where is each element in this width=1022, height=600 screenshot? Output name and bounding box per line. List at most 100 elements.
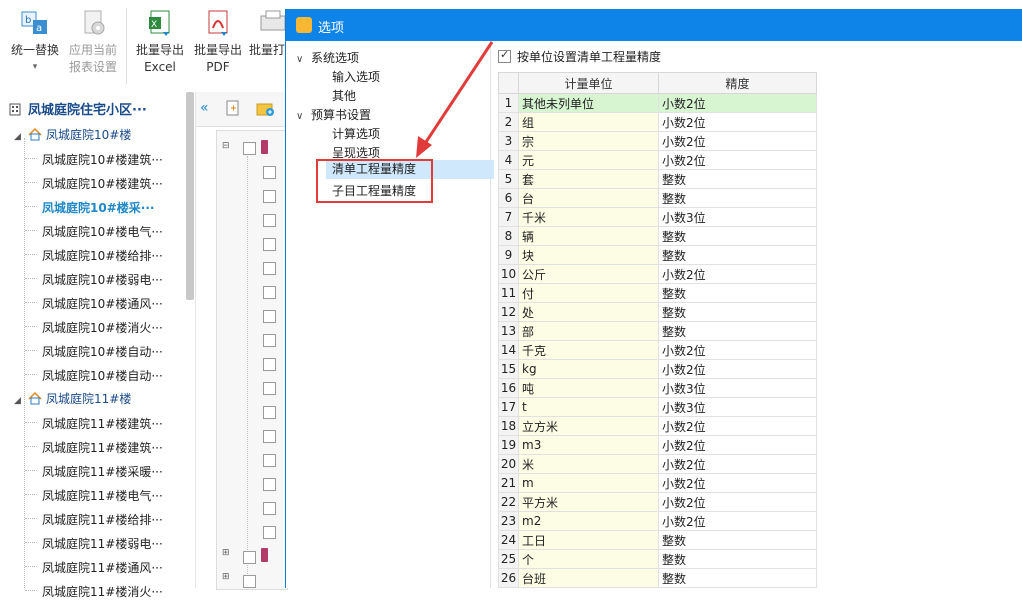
precision-cell[interactable]: 小数2位	[658, 416, 817, 436]
tree-item[interactable]: 凤城庭院11#楼弱电···	[42, 535, 163, 552]
unit-cell[interactable]: 立方米	[518, 416, 659, 436]
file-checkbox[interactable]	[243, 551, 256, 564]
nav-item-input-options[interactable]: 输入选项	[332, 68, 380, 85]
precision-cell[interactable]: 整数	[658, 226, 817, 246]
new-folder-icon[interactable]	[256, 100, 274, 119]
table-row[interactable]: 18 立方米 小数2位	[498, 416, 817, 436]
precision-cell[interactable]: 小数2位	[658, 473, 817, 493]
table-row[interactable]: 8 辆整数	[498, 226, 817, 246]
tree-item[interactable]: 凤城庭院10#楼消火···	[42, 319, 163, 336]
table-row[interactable]: 26 台班 整数	[498, 568, 817, 588]
precision-cell[interactable]: 小数2位	[658, 435, 817, 455]
unit-cell[interactable]: 辆	[518, 226, 659, 246]
precision-cell[interactable]: 整数	[658, 530, 817, 550]
unit-cell[interactable]: m3	[518, 435, 659, 455]
unit-cell[interactable]: 工日	[518, 530, 659, 550]
file-checkbox[interactable]	[263, 214, 276, 227]
precision-column-header[interactable]: 精度	[658, 72, 817, 94]
dropdown-chevron-icon[interactable]: ▾	[8, 59, 62, 76]
unit-cell[interactable]: 台	[518, 188, 659, 208]
table-row[interactable]: 17 t 小数3位	[498, 397, 817, 417]
unit-cell[interactable]: 宗	[518, 131, 659, 151]
file-checkbox[interactable]	[263, 262, 276, 275]
unit-column-header[interactable]: 计量单位	[518, 72, 659, 94]
unit-cell[interactable]: m	[518, 473, 659, 493]
unit-cell[interactable]: 个	[518, 549, 659, 569]
tree-item[interactable]: 凤城庭院10#楼建筑···	[42, 151, 163, 168]
file-checkbox[interactable]	[263, 190, 276, 203]
table-row[interactable]: 5 套整数	[498, 169, 817, 189]
table-row[interactable]: 20 米小数2位	[498, 454, 817, 474]
collapse-node-icon[interactable]: ⊟	[222, 141, 230, 151]
precision-cell[interactable]: 小数2位	[658, 150, 817, 170]
unit-cell[interactable]: 平方米	[518, 492, 659, 512]
tree-item[interactable]: 凤城庭院10#楼自动···	[42, 367, 163, 384]
precision-cell[interactable]: 小数2位	[658, 340, 817, 360]
file-checkbox[interactable]	[263, 310, 276, 323]
precision-cell[interactable]: 小数2位	[658, 112, 817, 132]
table-row[interactable]: 6 台整数	[498, 188, 817, 208]
table-row[interactable]: 7 千米 小数3位	[498, 207, 817, 227]
table-row[interactable]: 19 m3 小数2位	[498, 435, 817, 455]
file-checkbox[interactable]	[263, 526, 276, 539]
table-row[interactable]: 23 m2 小数2位	[498, 511, 817, 531]
tree-group[interactable]: ◢ 凤城庭院10#楼	[14, 126, 131, 144]
unit-precision-checkbox[interactable]	[498, 48, 511, 63]
nav-group-budget[interactable]: ∨ 预算书设置	[296, 106, 371, 123]
unit-cell[interactable]: t	[518, 397, 659, 417]
file-checkbox[interactable]	[263, 454, 276, 467]
file-checkbox[interactable]	[263, 430, 276, 443]
tree-item[interactable]: 凤城庭院10#楼弱电···	[42, 271, 163, 288]
table-row[interactable]: 1 其他未列单位 小数2位	[498, 93, 817, 113]
expand-node-icon[interactable]: ⊞	[222, 548, 230, 558]
table-row[interactable]: 10 公斤 小数2位	[498, 264, 817, 284]
precision-cell[interactable]: 小数2位	[658, 93, 817, 113]
table-row[interactable]: 16 吨小数3位	[498, 378, 817, 398]
table-row[interactable]: 4 元小数2位	[498, 150, 817, 170]
unit-cell[interactable]: 千米	[518, 207, 659, 227]
unit-precision-checkbox-row[interactable]: 按单位设置清单工程量精度	[498, 48, 661, 65]
precision-cell[interactable]: 小数2位	[658, 264, 817, 284]
precision-cell[interactable]: 整数	[658, 188, 817, 208]
expand-triangle-icon[interactable]: ◢	[14, 132, 24, 142]
tree-item[interactable]: 凤城庭院10#楼建筑···	[42, 175, 163, 192]
precision-cell[interactable]: 整数	[658, 169, 817, 189]
collapse-left-icon[interactable]: «	[200, 100, 209, 116]
chevron-down-icon[interactable]: ∨	[296, 54, 311, 65]
file-checkbox[interactable]	[263, 358, 276, 371]
unit-cell[interactable]: 台班	[518, 568, 659, 588]
tree-item[interactable]: 凤城庭院10#楼通风···	[42, 295, 163, 312]
unit-cell[interactable]: m2	[518, 511, 659, 531]
precision-cell[interactable]: 整数	[658, 302, 817, 322]
expand-triangle-icon[interactable]: ◢	[14, 396, 24, 406]
file-checkbox[interactable]	[243, 142, 256, 155]
tree-item[interactable]: 凤城庭院10#楼采···	[42, 199, 154, 216]
file-checkbox[interactable]	[263, 166, 276, 179]
unit-cell[interactable]: 处	[518, 302, 659, 322]
file-checkbox[interactable]	[263, 334, 276, 347]
precision-cell[interactable]: 整数	[658, 245, 817, 265]
precision-cell[interactable]: 小数2位	[658, 492, 817, 512]
apply-report-settings-button[interactable]: 应用当前 报表设置	[66, 8, 120, 76]
file-checkbox[interactable]	[263, 286, 276, 299]
table-row[interactable]: 22 平方米 小数2位	[498, 492, 817, 512]
unit-cell[interactable]: 米	[518, 454, 659, 474]
table-row[interactable]: 2 组小数2位	[498, 112, 817, 132]
table-row[interactable]: 9 块整数	[498, 245, 817, 265]
project-root[interactable]: 凤城庭院住宅小区···	[8, 99, 147, 120]
tree-item[interactable]: 凤城庭院11#楼采暖···	[42, 463, 163, 480]
table-row[interactable]: 14 千克 小数2位	[498, 340, 817, 360]
file-checkbox[interactable]	[263, 502, 276, 515]
file-checkbox[interactable]	[263, 238, 276, 251]
batch-print-button[interactable]: 批量打	[249, 8, 285, 59]
tree-item[interactable]: 凤城庭院11#楼建筑···	[42, 439, 163, 456]
tree-item[interactable]: 凤城庭院11#楼建筑···	[42, 415, 163, 432]
unit-cell[interactable]: 元	[518, 150, 659, 170]
unit-cell[interactable]: 组	[518, 112, 659, 132]
chevron-down-icon[interactable]: ∨	[296, 111, 311, 122]
unit-cell[interactable]: 付	[518, 283, 659, 303]
replace-all-button[interactable]: ba 统一替换 ▾	[8, 8, 62, 76]
unit-cell[interactable]: 块	[518, 245, 659, 265]
precision-cell[interactable]: 小数3位	[658, 378, 817, 398]
export-pdf-button[interactable]: 批量导出 PDF	[191, 8, 245, 76]
